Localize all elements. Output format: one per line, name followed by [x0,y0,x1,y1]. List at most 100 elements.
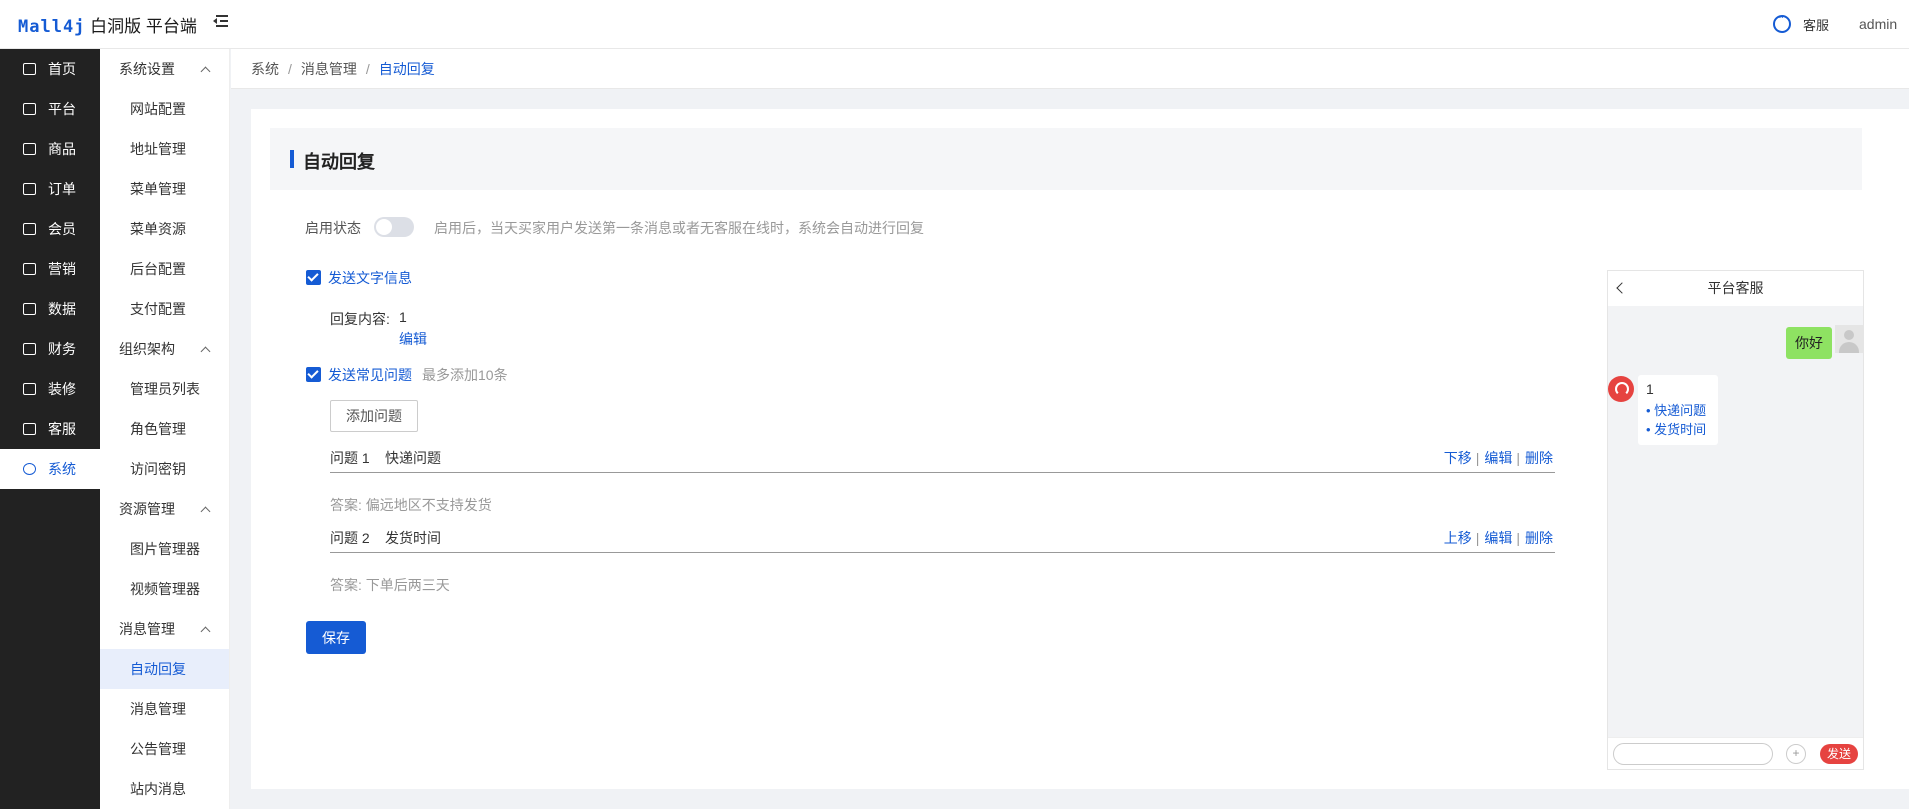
enable-switch[interactable] [374,217,414,237]
breadcrumb-separator: / [365,60,370,77]
chevron-up-icon [200,66,211,76]
decorate-icon [23,383,36,395]
breadcrumb-current: 自动回复 [378,60,435,77]
nav-label: 系统 [48,461,76,477]
preview-message-input [1613,743,1773,765]
breadcrumb: 系统 / 消息管理 / 自动回复 [231,49,1909,89]
move-up-link[interactable]: 上移 [1444,530,1472,546]
secondary-sidebar: 系统设置 网站配置 地址管理 菜单管理 菜单资源 后台配置 支付配置 组织架构 … [100,49,230,809]
menu-item-auto-reply[interactable]: 自动回复 [100,649,229,689]
question-number: 问题 1 [330,450,370,466]
status-hint: 启用后，当天买家用户发送第一条消息或者无客服在线时，系统会自动进行回复 [434,220,924,236]
group-title: 系统设置 [119,61,175,77]
reply-text: 1 [1646,381,1654,397]
menu-item[interactable]: 角色管理 [100,409,229,449]
top-header: Mall4j 白洞版 平台端 客服 admin [0,0,1909,49]
question-answer: 答案: 偏远地区不支持发货 [330,497,492,513]
nav-service[interactable]: 客服 [0,409,100,449]
question-actions: 上移 | 编辑 | 删除 [1443,530,1553,546]
edit-question-link[interactable]: 编辑 [1484,450,1512,466]
add-question-button[interactable]: 添加问题 [330,400,418,432]
delete-question-link[interactable]: 删除 [1525,530,1553,546]
nav-product[interactable]: 商品 [0,129,100,169]
nav-marketing[interactable]: 营销 [0,249,100,289]
menu-item[interactable]: 后台配置 [100,249,229,289]
menu-group-system-settings[interactable]: 系统设置 [100,49,229,89]
status-label: 启用状态 [305,220,361,236]
preview-title: 平台客服 [1707,280,1764,296]
nav-platform[interactable]: 平台 [0,89,100,129]
group-title: 组织架构 [119,341,175,357]
preview-header: 平台客服 [1608,271,1863,306]
group-title: 消息管理 [119,621,175,637]
question-answer: 答案: 下单后两三天 [330,577,450,593]
move-down-link[interactable]: 下移 [1444,450,1472,466]
preview-send-button: 发送 [1820,744,1858,764]
nav-label: 营销 [48,261,76,277]
collapse-menu-icon[interactable] [212,12,230,30]
page-title-bar: 自动回复 [270,128,1862,190]
question-actions: 下移 | 编辑 | 删除 [1443,450,1553,466]
nav-label: 财务 [48,341,76,357]
gift-icon [23,263,36,275]
breadcrumb-separator: / [288,60,292,77]
delete-question-link[interactable]: 删除 [1525,450,1553,466]
menu-item[interactable]: 消息管理 [100,689,229,729]
nav-label: 订单 [48,181,76,197]
nav-home[interactable]: 首页 [0,49,100,89]
user-message-bubble: 你好 [1786,327,1832,359]
chart-icon [23,303,36,315]
nav-decorate[interactable]: 装修 [0,369,100,409]
reply-content-value: 1 [399,309,407,325]
chat-icon [23,423,36,435]
nav-order[interactable]: 订单 [0,169,100,209]
save-button[interactable]: 保存 [306,621,366,654]
nav-finance[interactable]: 财务 [0,329,100,369]
breadcrumb-item[interactable]: 系统 [251,59,279,79]
send-text-checkbox[interactable] [306,270,321,285]
menu-item[interactable]: 网站配置 [100,89,229,129]
nav-label: 平台 [48,101,76,117]
menu-item[interactable]: 菜单资源 [100,209,229,249]
chevron-up-icon [200,506,211,516]
menu-item[interactable]: 地址管理 [100,129,229,169]
send-text-label[interactable]: 发送文字信息 [328,268,412,288]
menu-item[interactable]: 菜单管理 [100,169,229,209]
group-title: 资源管理 [119,501,175,517]
menu-group-resources[interactable]: 资源管理 [100,489,229,529]
plus-icon: + [1786,744,1806,764]
send-faq-checkbox[interactable] [306,367,321,382]
nav-data[interactable]: 数据 [0,289,100,329]
menu-item[interactable]: 视频管理器 [100,569,229,609]
member-icon [23,223,36,235]
menu-item[interactable]: 访问密钥 [100,449,229,489]
page-title: 自动回复 [303,152,375,172]
menu-item[interactable]: 公告管理 [100,729,229,769]
customer-service-icon[interactable] [1772,12,1791,33]
back-icon [1616,282,1628,294]
user-menu[interactable]: admin [1859,16,1909,32]
logo-suffix: 白洞版 平台端 [90,17,197,36]
menu-group-organization[interactable]: 组织架构 [100,329,229,369]
finance-icon [23,343,36,355]
nav-label: 数据 [48,301,76,317]
menu-item[interactable]: 站内消息 [100,769,229,809]
nav-system[interactable]: 系统 [0,449,100,489]
nav-member[interactable]: 会员 [0,209,100,249]
menu-item[interactable]: 管理员列表 [100,369,229,409]
dashboard-icon [23,63,36,75]
reply-content-label: 回复内容: [330,311,390,327]
menu-group-messages[interactable]: 消息管理 [100,609,229,649]
edit-question-link[interactable]: 编辑 [1484,530,1512,546]
question-title: 快递问题 [385,450,441,466]
menu-item[interactable]: 支付配置 [100,289,229,329]
nav-label: 首页 [48,61,76,77]
customer-service-link[interactable]: 客服 [1803,15,1829,34]
breadcrumb-item[interactable]: 消息管理 [301,59,357,79]
logo[interactable]: Mall4j 白洞版 平台端 [18,12,197,37]
menu-item[interactable]: 图片管理器 [100,529,229,569]
edit-reply-link[interactable]: 编辑 [399,329,427,349]
primary-sidebar: 首页 平台 商品 订单 会员 营销 数据 财务 装修 客服 系统 [0,49,100,809]
chevron-up-icon [200,626,211,636]
send-faq-label[interactable]: 发送常见问题 [328,365,412,385]
